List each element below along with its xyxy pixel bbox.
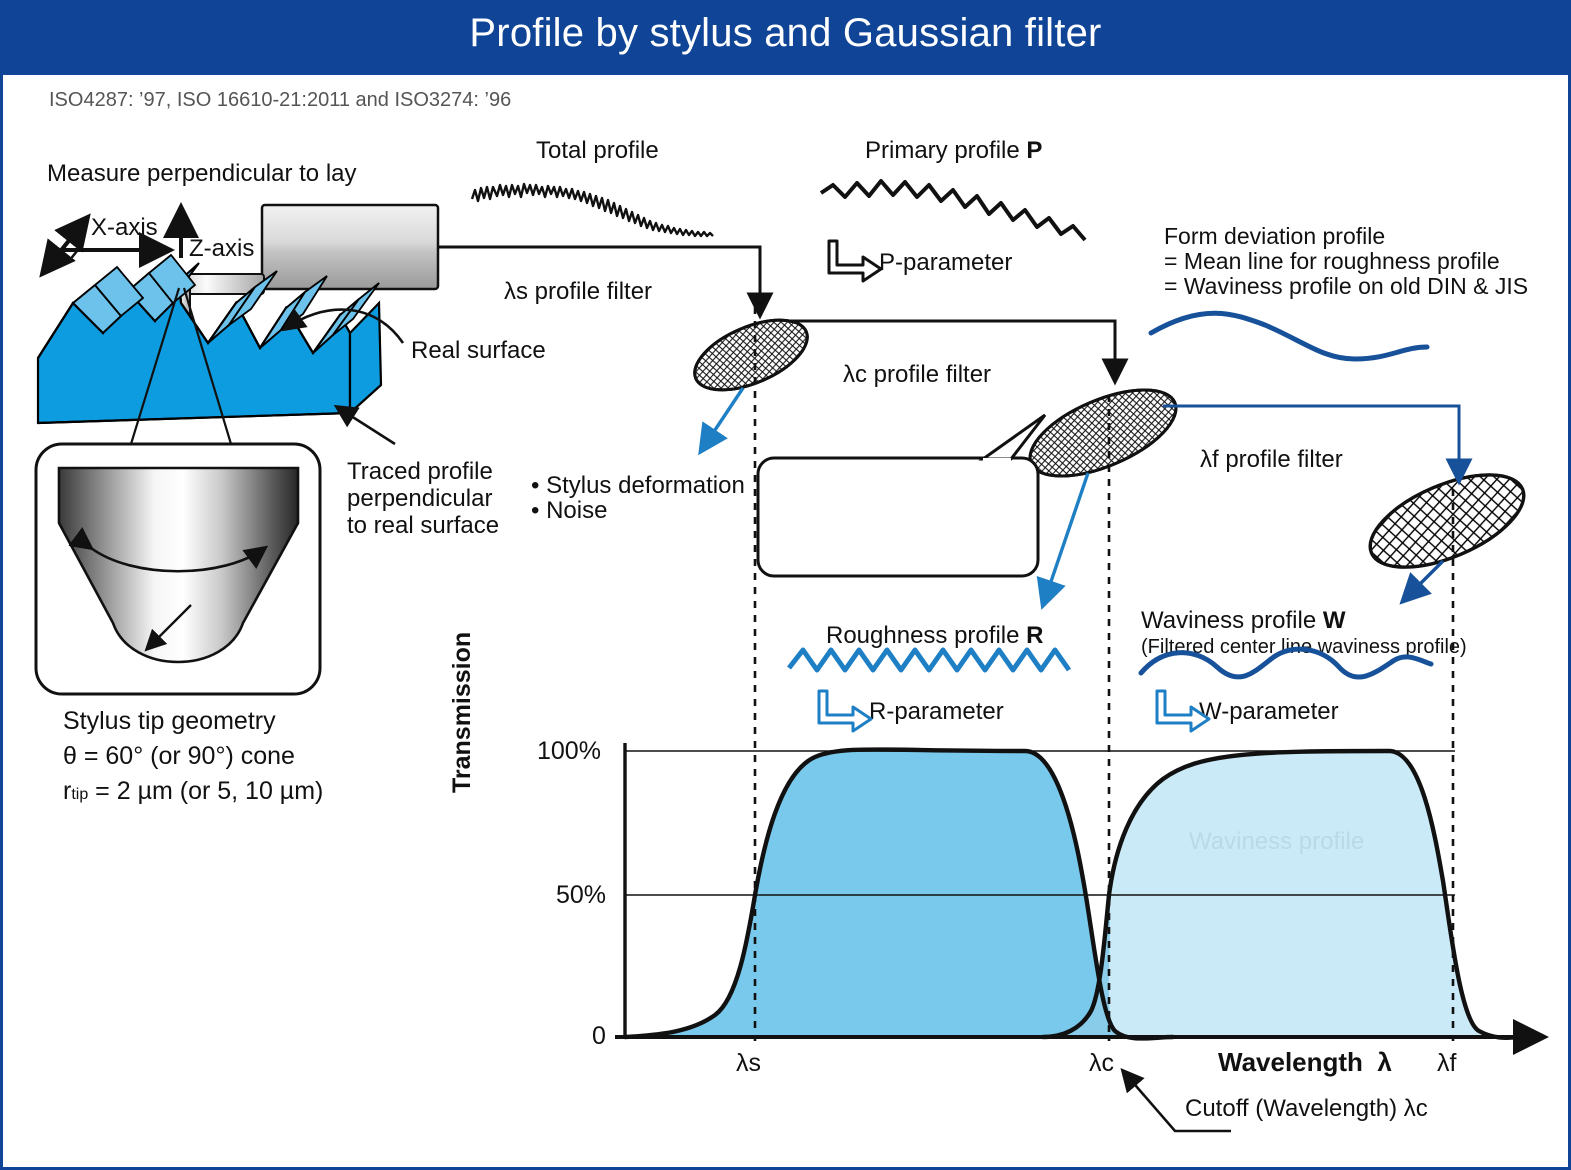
waviness-profile-symbol: W	[1322, 607, 1346, 634]
waviness-curve	[1040, 748, 1528, 1040]
stylus-tip-caption: Stylus tip geometry	[63, 707, 276, 735]
loss-item-1: • Noise	[531, 497, 608, 524]
real-surface-block	[36, 253, 383, 425]
z-axis-label: Z-axis	[189, 235, 255, 262]
callout-line-2: No phase shift/low	[792, 521, 980, 547]
traced-profile-arrow	[333, 404, 396, 446]
overlap-area	[1043, 895, 1173, 1039]
lambda-f-filter-ellipse	[1368, 473, 1526, 569]
measure-note: Measure perpendicular to lay	[47, 160, 357, 187]
total-profile-label: Total profile	[536, 137, 659, 164]
theta-spec: θ = 60° (or 90°) cone	[63, 742, 295, 770]
diagram-root: Profile by stylus and Gaussian filter IS…	[0, 0, 1571, 1170]
chart-y-axis-label: Transmission	[448, 631, 476, 793]
theta-symbol-label: θ	[169, 516, 184, 546]
r-parameter-hook-icon	[817, 689, 873, 733]
rtip-symbol-label: rtip	[189, 600, 209, 622]
waviness-profile-text: Waviness profile	[1141, 607, 1323, 634]
x-axis-label: X-axis	[91, 214, 158, 241]
form-deviation-trace	[1148, 310, 1430, 362]
p-parameter-label: P-parameter	[879, 249, 1013, 276]
r-parameter-label: R-parameter	[869, 698, 1004, 725]
roughness-profile-text: Roughness profile	[826, 622, 1027, 649]
form-deviation-line-2: = Waviness profile on old DIN & JIS	[1164, 273, 1529, 299]
lambda-s-filter-label: λs profile filter	[504, 278, 653, 305]
page-title: Profile by stylus and Gaussian filter	[469, 11, 1102, 55]
waviness-profile-sub: (Filtered center line waviness profile)	[1141, 636, 1467, 658]
roughness-profile-symbol: R	[1026, 622, 1044, 649]
waviness-output-arrow	[1399, 559, 1445, 605]
chart-x-axis-label: Wavelength λ	[1218, 1047, 1392, 1077]
chart-xtick-lambda-s: λs	[736, 1049, 761, 1077]
callout-line-3: distortion	[792, 545, 886, 571]
form-deviation-line-1: = Mean line for roughness profile	[1164, 248, 1500, 274]
rtip-symbol-sub: tip	[195, 604, 210, 619]
roughness-area	[625, 749, 1173, 1039]
total-profile-trace	[470, 182, 714, 238]
waviness-area	[1043, 751, 1525, 1038]
form-deviation-line-0: Form deviation profile	[1164, 223, 1386, 249]
real-surface-arrow	[281, 308, 405, 344]
loss-item-0: • Stylus deformation	[531, 472, 745, 499]
chart-region-label-roughness: Roughness profile	[839, 828, 1033, 855]
rtip-spec-value: = 2 µm (or 5, 10 µm)	[88, 777, 324, 805]
standards-note: ISO4287: ’97, ISO 16610-21:2011 and ISO3…	[49, 89, 512, 111]
lambda-c-filter-label: λc profile filter	[843, 361, 992, 388]
chart-region-label-waviness: Waviness profile	[1189, 828, 1365, 855]
primary-profile-symbol: P	[1026, 137, 1043, 164]
probe-label-line1: Stylus method	[280, 222, 433, 249]
roughness-profile-label: Roughness profile R	[826, 622, 1043, 650]
lambda-s-filter-ellipse	[693, 318, 809, 392]
probe-label-line2: probe	[329, 251, 391, 278]
real-surface-label: Real surface	[411, 337, 546, 364]
lambda-c-filter-ellipse	[1028, 388, 1178, 478]
roughness-curve	[622, 747, 1176, 1041]
chart-ytick-100: 100%	[537, 737, 601, 765]
primary-profile-label: Primary profile P	[865, 137, 1042, 165]
callout-line-0: Phase correct filter 50%	[792, 473, 1037, 499]
lambda-f-filter-label: λf profile filter	[1200, 446, 1343, 473]
traced-profile-line3: to real surface	[347, 512, 500, 539]
chart-cutoff-annotation: Cutoff (Wavelength) λc	[1185, 1095, 1428, 1122]
transmission-chart	[615, 307, 1549, 1133]
chart-xtick-lambda-f: λf	[1437, 1049, 1457, 1077]
stylus-tip-geometry-box	[34, 442, 322, 696]
w-parameter-label: W-parameter	[1199, 698, 1339, 725]
primary-profile-text: Primary profile	[865, 137, 1027, 164]
chart-xtick-lambda-c: λc	[1089, 1049, 1114, 1077]
primary-profile-trace	[819, 179, 1087, 242]
traced-profile-line1: Traced profile	[347, 458, 493, 485]
roughness-output-arrow	[1036, 472, 1090, 610]
rtip-spec-sub: tip	[71, 786, 89, 803]
roughness-profile-trace	[787, 647, 1072, 673]
tip-callout-leaders	[129, 287, 233, 445]
waviness-profile-label: Waviness profile W	[1141, 607, 1346, 635]
rtip-spec: rtip = 2 µm (or 5, 10 µm)	[63, 777, 323, 806]
traced-profile-line2: perpendicular	[347, 485, 493, 512]
loss-arrow-lambda-s	[698, 387, 745, 456]
chart-ytick-0: 0	[592, 1022, 606, 1050]
p-parameter-hook-icon	[827, 239, 883, 283]
callout-line-1: transmission at cutoff	[792, 497, 1009, 523]
chart-ytick-50: 50%	[556, 881, 607, 909]
